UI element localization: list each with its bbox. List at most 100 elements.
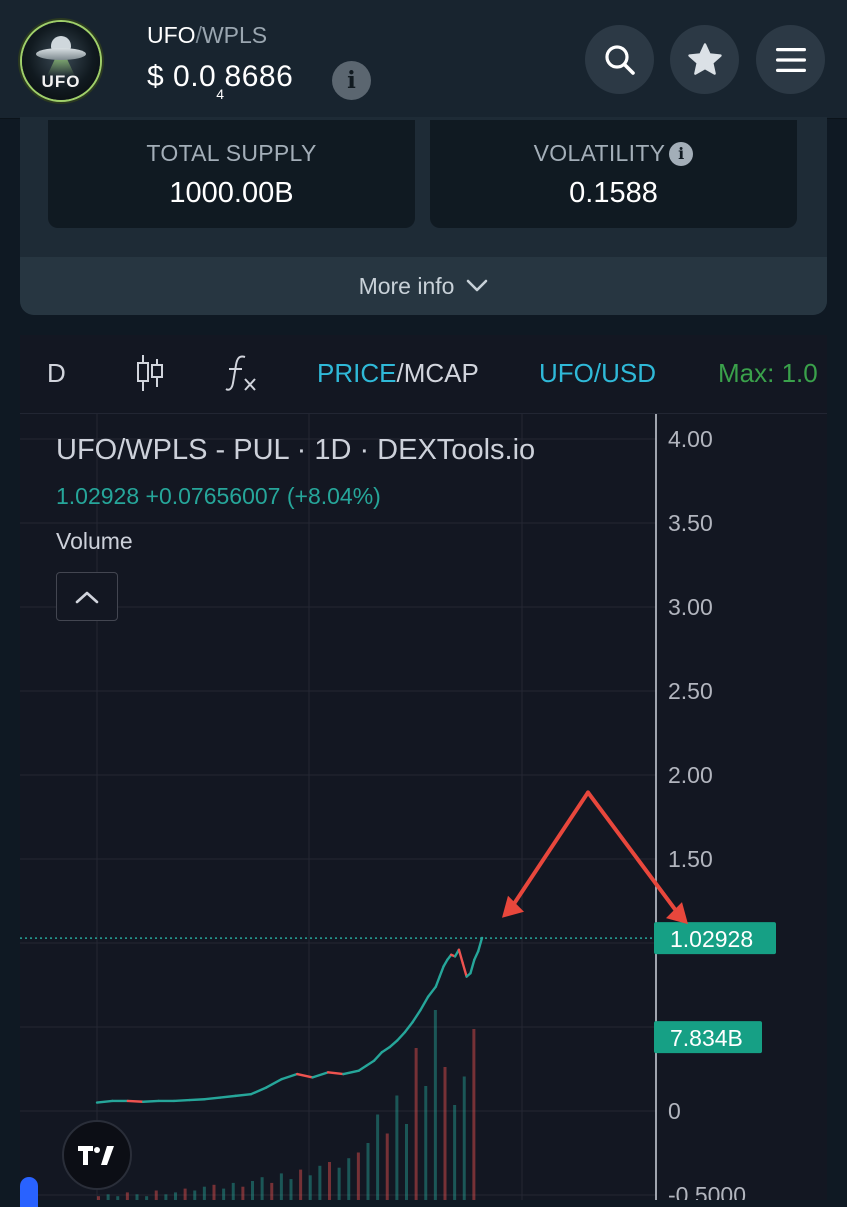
volume-bar: [385, 1133, 389, 1200]
price-segment: [296, 1072, 314, 1079]
price-info-icon[interactable]: i: [332, 61, 371, 100]
price-segment: [365, 1059, 376, 1067]
price-segment: [380, 1045, 391, 1054]
chart-scroll-handle[interactable]: [20, 1177, 38, 1207]
volume-bar: [260, 1177, 264, 1200]
volatility-info-icon[interactable]: i: [669, 142, 694, 166]
annotation-arrowhead: [502, 895, 524, 918]
volume-bar: [270, 1182, 274, 1200]
price-segment: [126, 1099, 145, 1103]
interval-button[interactable]: D: [47, 358, 66, 389]
volume-bar: [414, 1048, 418, 1200]
collapse-legend-button[interactable]: [56, 572, 118, 621]
price-segment: [469, 958, 476, 975]
volume-bar: [174, 1192, 177, 1200]
total-supply-label: TOTAL SUPPLY: [146, 140, 317, 166]
price-segment: [234, 1093, 253, 1098]
volume-bar: [308, 1175, 312, 1200]
volume-bar: [356, 1152, 360, 1200]
tradingview-logo[interactable]: [62, 1120, 132, 1190]
volume-bar: [347, 1158, 351, 1200]
price-segment: [461, 961, 468, 978]
price-segment: [265, 1077, 283, 1089]
more-info-label: More info: [358, 272, 455, 299]
price-segment: [388, 1039, 399, 1049]
price-chart-svg[interactable]: 4.00 3.50 3.00 2.50 2.00 1.50 0 -0.5000 1.02928 7…: [20, 414, 827, 1200]
pair-title: UFO/WPLS: [147, 22, 267, 49]
volume-bar: [453, 1105, 457, 1200]
last-price-badge-text: 1.02928: [670, 926, 753, 952]
volatility-label: VOLATILITY: [533, 140, 666, 166]
volume-bar: [106, 1194, 110, 1200]
token-info-panel: TOTAL SUPPLY 1000.00B VOLATILITY i 0.1588…: [20, 117, 827, 315]
volume-bar: [164, 1194, 168, 1200]
candlestick-icon: [137, 355, 163, 391]
price-option[interactable]: PRICE: [317, 358, 396, 388]
function-fx-icon: [225, 355, 256, 391]
volume-bar: [135, 1194, 139, 1200]
tradingview-icon: [78, 1146, 114, 1165]
menu-button[interactable]: [756, 25, 825, 94]
favorite-button[interactable]: [670, 25, 739, 94]
volume-bar: [337, 1167, 341, 1200]
volume-bar: [222, 1188, 226, 1200]
price-mcap-toggle[interactable]: PRICE/MCAP: [317, 358, 479, 389]
chart-toolbar: D PRICE/MCAP UFO/USD Max: 1.0: [20, 335, 827, 414]
chevron-down-icon: [467, 279, 488, 292]
total-supply-value: 1000.00B: [169, 177, 294, 209]
max-price-label: Max: 1.0: [718, 358, 818, 388]
volume-bar: [472, 1029, 476, 1200]
ufo-usd-toggle[interactable]: UFO/USD: [539, 358, 656, 389]
volatility-label-row: VOLATILITY i: [430, 140, 797, 167]
price-segment: [357, 1064, 368, 1072]
price-segment: [434, 975, 441, 988]
price-segment: [411, 1009, 422, 1024]
price-chart-widget: D PRICE/MCAP UFO/USD Max: 1.0 4.00 3.50 …: [20, 335, 827, 1207]
volatility-card: VOLATILITY i 0.1588: [430, 120, 797, 228]
ufo-logo[interactable]: UFO: [22, 22, 100, 100]
price-segment: [473, 950, 480, 961]
volume-bar: [193, 1190, 197, 1200]
app-header: UFO UFO/WPLS $ 0.048686 i: [0, 0, 847, 119]
chart-plot-area[interactable]: 4.00 3.50 3.00 2.50 2.00 1.50 0 -0.5000 1.02928 7…: [20, 414, 827, 1200]
more-info-button[interactable]: More info: [20, 257, 827, 315]
volume-bar: [405, 1124, 408, 1200]
indicators-button[interactable]: [225, 353, 259, 400]
volume-bar: [212, 1184, 216, 1200]
price-segment: [476, 936, 484, 953]
volume-bar: [183, 1188, 187, 1200]
price-prefix: $ 0.0: [147, 60, 217, 93]
volume-bar: [231, 1182, 235, 1200]
price-segment: [280, 1072, 299, 1081]
mcap-option[interactable]: MCAP: [404, 358, 479, 388]
y-tick-label: 2.50: [668, 678, 713, 704]
price-segment: [188, 1098, 207, 1102]
volume-bar: [154, 1190, 158, 1200]
logo-text: UFO: [41, 72, 81, 91]
volume-bar: [366, 1143, 370, 1200]
volume-bar: [125, 1192, 129, 1200]
price-suffix: 8686: [224, 60, 294, 93]
volume-legend-label: Volume: [56, 528, 133, 554]
logo-disc: [36, 48, 86, 60]
price-segment: [373, 1051, 384, 1062]
search-button[interactable]: [585, 25, 654, 94]
price-segment: [326, 1071, 345, 1076]
y-tick-label: 4.00: [668, 426, 713, 452]
volume-bar: [376, 1114, 380, 1200]
volume-badge-text: 7.834B: [670, 1025, 743, 1051]
volume-bar: [251, 1181, 254, 1200]
price-segment: [203, 1096, 222, 1101]
volume-bar: [279, 1173, 283, 1200]
price-segment: [249, 1086, 268, 1096]
volume-bar: [462, 1076, 466, 1200]
volume-bar: [443, 1067, 447, 1200]
price-segment: [342, 1069, 360, 1076]
token-price: $ 0.048686: [147, 60, 294, 102]
chevron-up-icon: [75, 591, 99, 603]
candles-button[interactable]: [135, 353, 165, 400]
price-segment: [95, 1099, 114, 1104]
volume-bar: [97, 1196, 100, 1200]
volume-bar: [241, 1186, 245, 1200]
volatility-value: 0.1588: [569, 177, 658, 209]
